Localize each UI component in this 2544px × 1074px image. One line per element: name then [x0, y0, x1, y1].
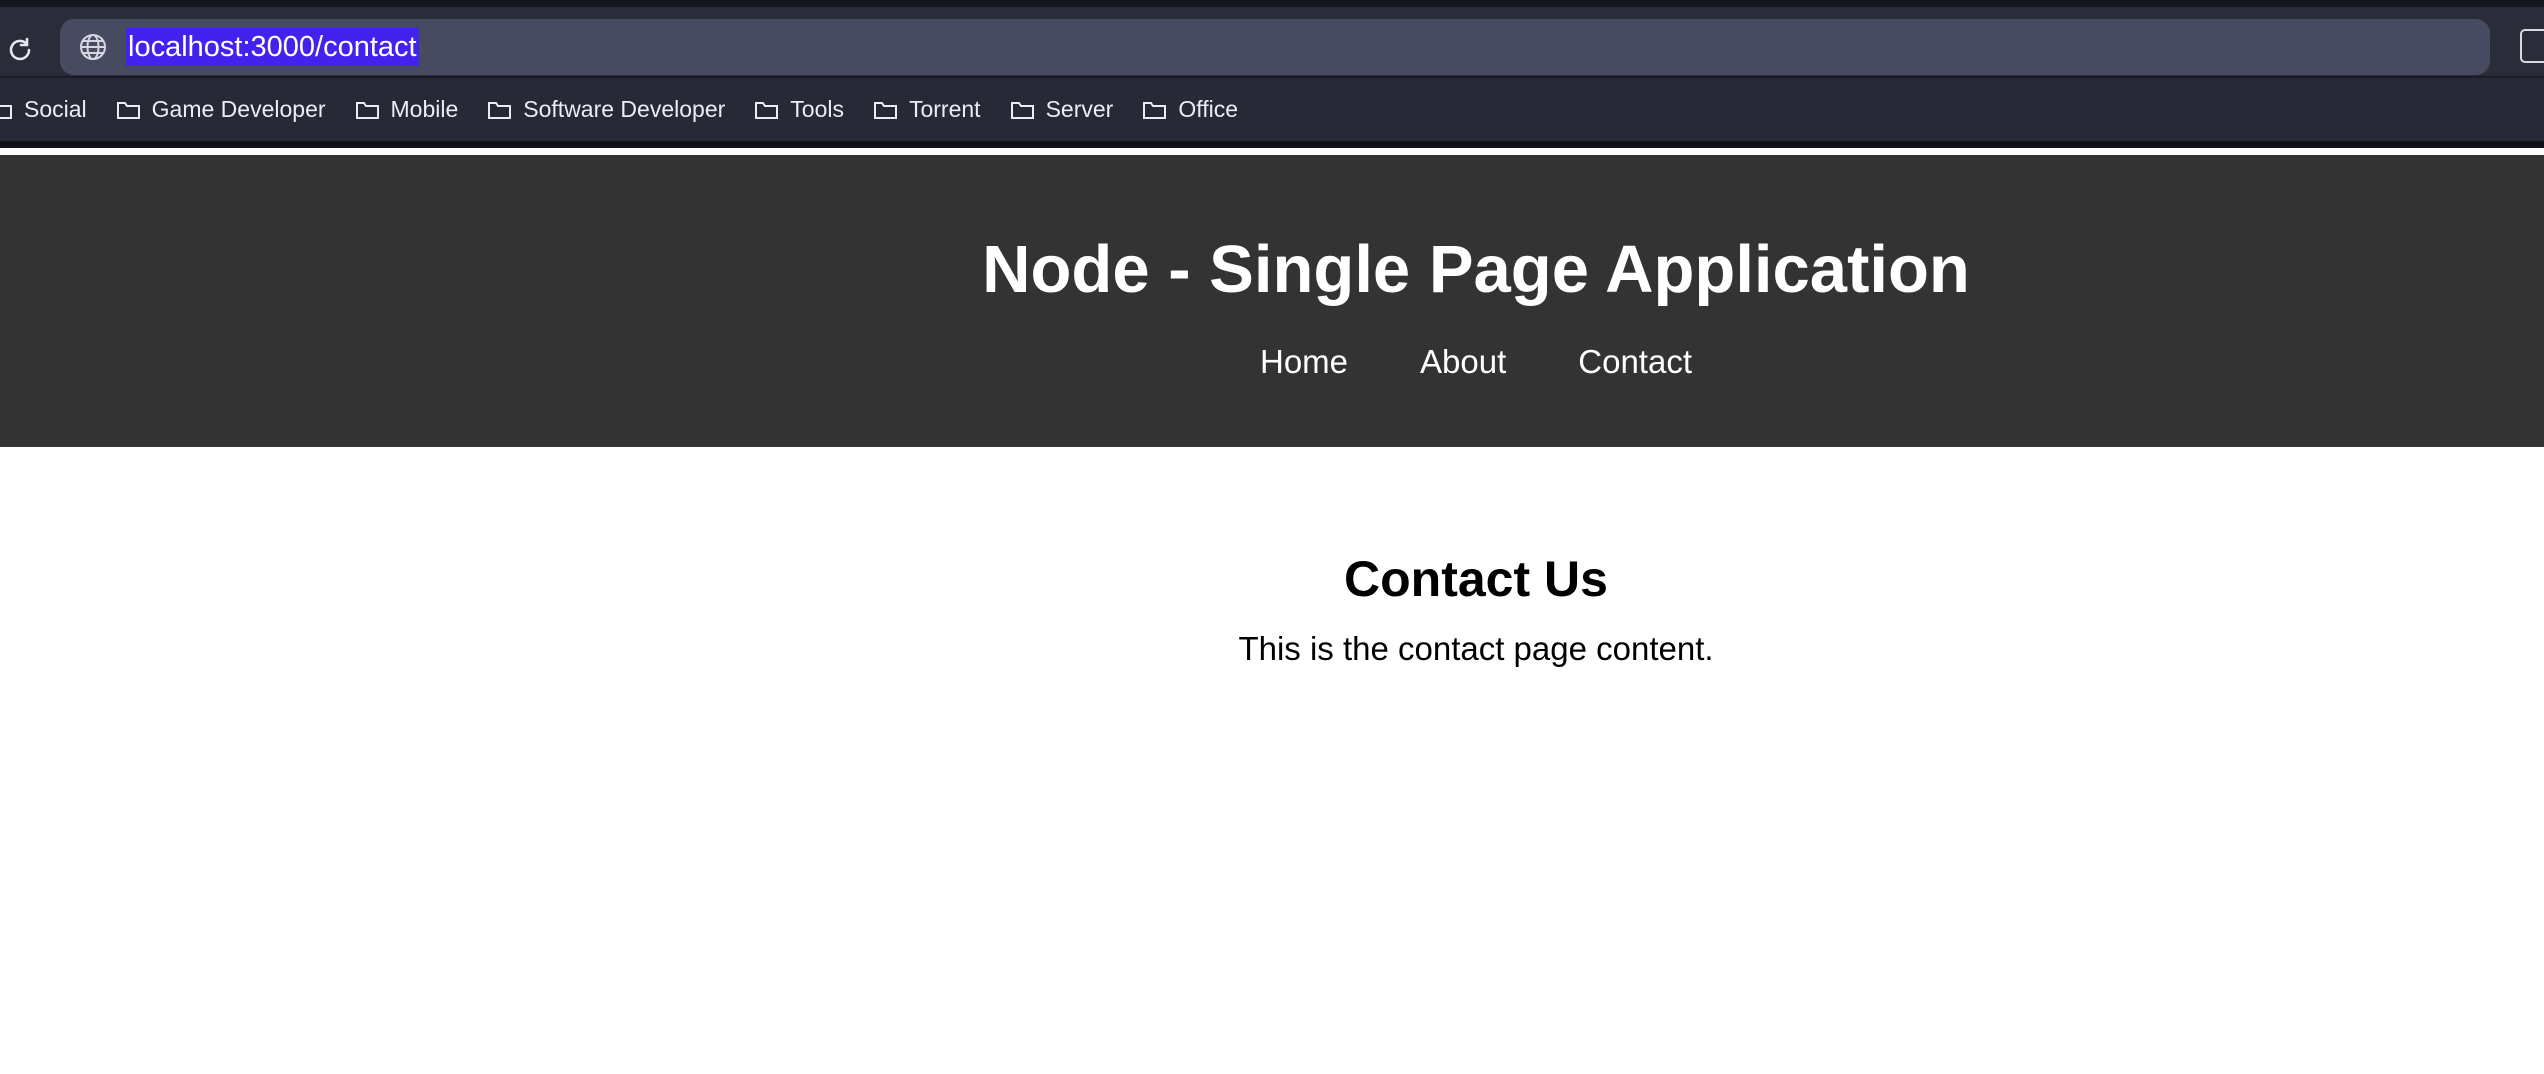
bookmark-label: Game Developer: [151, 96, 326, 122]
globe-icon[interactable]: [78, 32, 108, 62]
browser-toolbar: localhost:3000/contact: [0, 0, 2544, 76]
folder-icon: [1143, 101, 1167, 119]
nav-about-link[interactable]: About: [1420, 342, 1506, 382]
folder-icon: [488, 101, 512, 119]
folder-icon: [355, 101, 379, 119]
site-title: Node - Single Page Application: [982, 232, 1970, 307]
bookmark-label: Software Developer: [523, 96, 726, 122]
page-body-text: This is the contact page content.: [1238, 630, 1714, 667]
nav-contact-link[interactable]: Contact: [1578, 342, 1692, 382]
bookmark-label: Torrent: [908, 96, 981, 122]
bookmark-software-developer[interactable]: Software Developer: [487, 96, 725, 123]
bookmark-tools[interactable]: Tools: [754, 96, 844, 123]
url-text[interactable]: localhost:3000/contact: [126, 28, 419, 66]
folder-icon: [755, 101, 779, 119]
bookmark-server[interactable]: Server: [1010, 96, 1114, 123]
folder-icon: [116, 101, 140, 119]
bookmark-social[interactable]: Social: [0, 96, 87, 123]
folder-icon: [873, 101, 897, 119]
bookmarks-bar: Social Game Developer Mobile Software De…: [0, 76, 2544, 148]
bookmark-label: Tools: [790, 96, 844, 122]
folder-icon: [0, 104, 12, 119]
folder-icon: [1010, 101, 1034, 119]
nav-home-link[interactable]: Home: [1260, 342, 1348, 382]
bookmark-torrent[interactable]: Torrent: [873, 96, 981, 123]
main-content: Contact Us This is the contact page cont…: [0, 447, 2544, 669]
main-nav: Home About Contact: [0, 342, 2544, 382]
bookmark-label: Office: [1178, 96, 1238, 122]
bookmark-mobile[interactable]: Mobile: [355, 96, 459, 123]
screenshot-icon[interactable]: [2520, 29, 2544, 63]
site-header: Node - Single Page Application Home Abou…: [0, 155, 2544, 447]
bookmark-label: Mobile: [390, 96, 459, 122]
bookmark-game-developer[interactable]: Game Developer: [116, 96, 326, 123]
reload-icon[interactable]: [2, 32, 38, 68]
bookmark-label: Social: [24, 96, 87, 122]
page-heading: Contact Us: [1344, 551, 1608, 607]
address-bar[interactable]: localhost:3000/contact: [60, 19, 2490, 75]
bookmark-office[interactable]: Office: [1142, 96, 1238, 123]
bookmark-label: Server: [1045, 96, 1114, 122]
